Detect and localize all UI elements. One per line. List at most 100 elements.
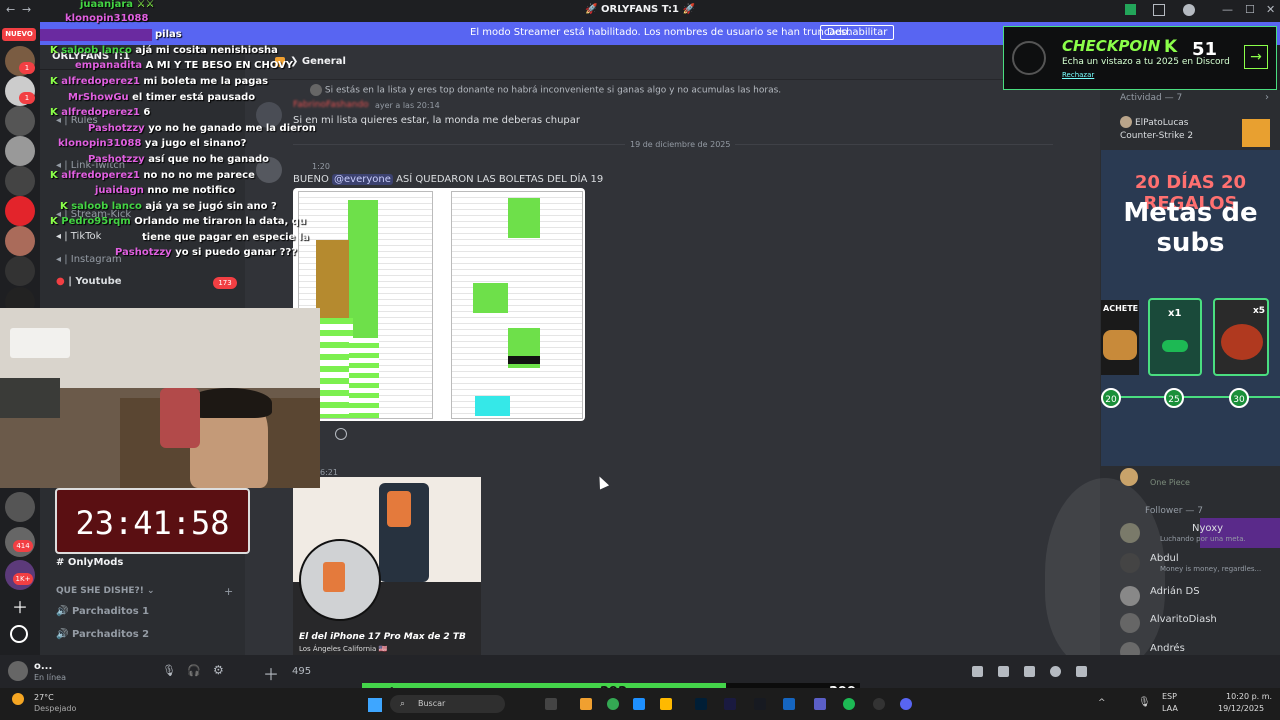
app-icon[interactable] — [783, 698, 795, 710]
arrow-right-icon[interactable]: → — [1244, 45, 1268, 69]
add-server-icon[interactable]: ＋ — [12, 594, 28, 618]
spotify-icon[interactable] — [843, 698, 855, 710]
server-icon[interactable] — [5, 256, 35, 286]
message-timestamp: ayer a las 20:14 — [375, 101, 440, 110]
sticker-icon[interactable] — [1024, 666, 1035, 677]
chrome-icon[interactable] — [607, 698, 619, 710]
weather-temp[interactable]: 27°C — [34, 693, 54, 702]
channel-onlymods[interactable]: # OnlyMods — [56, 557, 123, 568]
close-button[interactable]: ✕ — [1266, 3, 1275, 16]
chevron-right-icon[interactable]: › — [1265, 92, 1269, 103]
chat-message: nno me notifico — [147, 185, 236, 196]
windows-start-icon[interactable] — [368, 698, 382, 712]
audition-icon[interactable] — [724, 698, 736, 710]
flag-icon[interactable] — [1125, 4, 1136, 15]
teams-icon[interactable] — [814, 698, 826, 710]
add-reaction-icon[interactable] — [335, 428, 347, 440]
folder-icon[interactable] — [660, 698, 672, 710]
kick-k-icon: K — [50, 45, 58, 56]
chevron-up-icon[interactable]: ^ — [1098, 698, 1106, 708]
server-icon[interactable] — [5, 166, 35, 196]
server-icon[interactable] — [5, 196, 35, 226]
chat-message: tiene que pagar en especie la — [142, 232, 309, 243]
reply-preview[interactable]: Si estás en la lista y eres top donante … — [310, 84, 781, 96]
chat-message: 6 — [143, 107, 151, 118]
gift-icon[interactable] — [972, 666, 983, 677]
milestone-marker: 30 — [1229, 388, 1249, 408]
chat-username: juaidagn — [95, 185, 144, 196]
video-location: Los Ángeles California 🇺🇸 — [299, 645, 388, 653]
disable-streamer-button[interactable]: Deshabilitar — [820, 25, 895, 40]
avatar[interactable] — [1120, 613, 1140, 633]
emoji-icon[interactable] — [1050, 666, 1061, 677]
add-attachment-icon[interactable]: ＋ — [263, 661, 279, 685]
activity-user[interactable]: ElPatoLucas — [1135, 118, 1188, 128]
member-name[interactable]: Andrés — [1150, 643, 1185, 654]
checkpoint-reject-link[interactable]: Rechazar — [1062, 71, 1094, 79]
steam-icon[interactable] — [754, 698, 766, 710]
avatar[interactable] — [1120, 523, 1140, 543]
server-icon[interactable] — [5, 492, 35, 522]
server-badge: 1K+ — [13, 573, 33, 585]
settings-gear-icon[interactable]: ⚙ — [213, 663, 224, 677]
subs-goals-title: Metas de subs — [1123, 198, 1258, 258]
headphones-icon[interactable]: 🎧 — [187, 664, 201, 677]
everyone-mention[interactable]: @everyone — [332, 174, 393, 185]
microphone-icon[interactable]: 🎙 — [1138, 697, 1151, 708]
edge-icon[interactable] — [633, 698, 645, 710]
webcam-overlay — [0, 308, 320, 488]
file-explorer-icon[interactable] — [580, 698, 592, 710]
chat-line: Pashotzzy yo no he ganado me la dieron — [88, 123, 316, 134]
task-view-icon[interactable] — [545, 698, 557, 710]
category-que-she-dishe[interactable]: QUE SHE DISHE?! ⌄ — [56, 586, 155, 596]
activity-header: Actividad — 7 — [1120, 93, 1183, 103]
server-icon[interactable] — [5, 226, 35, 256]
voice-channel-parchaditos-1[interactable]: 🔊 Parchaditos 1 — [56, 606, 149, 617]
voice-label: Parchaditos 1 — [71, 606, 150, 617]
member-name[interactable]: Adrián DS — [1150, 586, 1200, 597]
chat-message: pilas — [155, 29, 182, 40]
avatar[interactable] — [8, 661, 28, 681]
spreadsheet-attachment-image[interactable] — [293, 188, 585, 421]
chat-message: el timer está pausado — [132, 92, 256, 103]
discover-icon[interactable] — [10, 625, 28, 643]
checkpoint-promo[interactable]: CHECKPOIN K 51 Echa un vistazo a tu 2025… — [1003, 26, 1277, 90]
taskbar-search[interactable]: Buscar — [390, 695, 505, 713]
weather-desc: Despejado — [34, 704, 77, 713]
clock-time[interactable]: 10:20 p. m. — [1226, 692, 1272, 701]
apps-icon[interactable] — [1076, 666, 1087, 677]
message-author[interactable]: FabrinoFashando — [293, 100, 369, 110]
server-icon[interactable] — [5, 106, 35, 136]
chat-username: empanadita — [75, 60, 143, 71]
premiere-icon[interactable] — [695, 698, 707, 710]
avatar[interactable] — [1120, 586, 1140, 606]
language-indicator[interactable]: ESP — [1162, 692, 1177, 701]
youtube-dot-icon: ● — [56, 276, 65, 287]
server-icon[interactable] — [5, 136, 35, 166]
avatar[interactable] — [1120, 553, 1140, 573]
chat-message: así que no he ganado — [148, 154, 269, 165]
help-icon[interactable] — [1183, 4, 1195, 16]
add-channel-icon[interactable]: + — [224, 585, 233, 598]
chat-line: klonopin31088 ya jugo el sinano? — [58, 138, 246, 149]
spotify-icon — [1162, 340, 1188, 352]
channel-youtube[interactable]: ● | Youtube — [56, 276, 122, 287]
chat-message: ajá mi cosita nenishiosha — [135, 45, 278, 56]
streamer-mode-text: El modo Streamer está habilitado. Los no… — [470, 27, 851, 38]
inbox-icon[interactable] — [1153, 4, 1165, 16]
maximize-button[interactable]: ☐ — [1245, 3, 1255, 16]
gif-icon[interactable] — [998, 666, 1009, 677]
kick-k-icon: K — [50, 107, 58, 118]
obs-icon[interactable] — [873, 698, 885, 710]
voice-channel-parchaditos-2[interactable]: 🔊 Parchaditos 2 — [56, 629, 149, 640]
microphone-icon[interactable]: 🎙 — [162, 664, 176, 677]
member-name[interactable]: Nyoxy — [1192, 523, 1223, 534]
chat-message: mi boleta me la pagas — [143, 76, 269, 87]
video-attachment[interactable]: El del iPhone 17 Pro Max de 2 TB Los Áng… — [293, 477, 481, 655]
member-name[interactable]: Abdul — [1150, 553, 1179, 564]
member-name[interactable]: AlvaritoDiash — [1150, 614, 1217, 625]
chat-username: alfredoperez1 — [61, 170, 140, 181]
discord-icon[interactable] — [900, 698, 912, 710]
minimize-button[interactable]: — — [1222, 3, 1233, 16]
message-input-counter[interactable]: 495 — [292, 666, 311, 677]
